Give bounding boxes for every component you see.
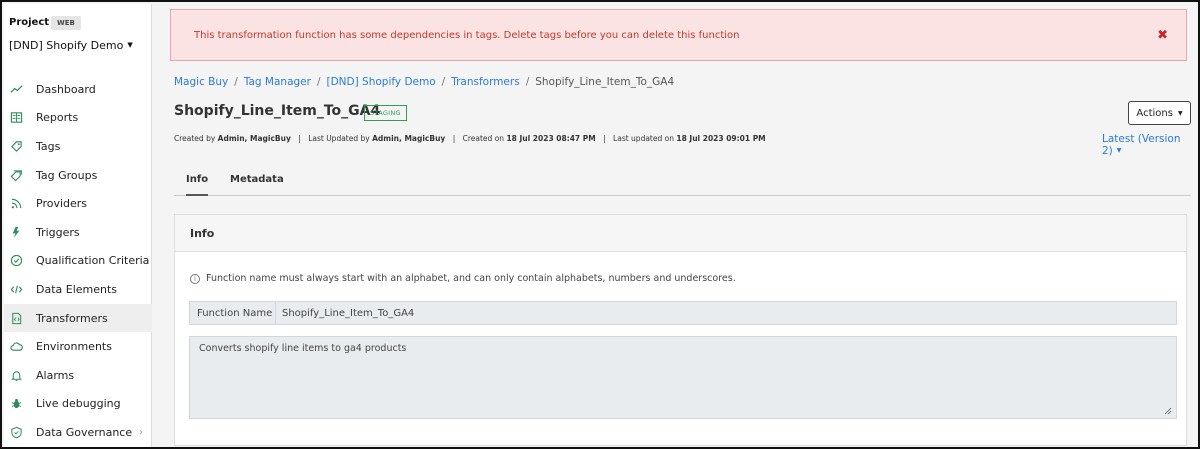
shield-icon [9, 425, 23, 439]
description-field[interactable]: Converts shopify line items to ga4 produ… [189, 336, 1177, 419]
updated-on-value: 18 Jul 2023 09:01 PM [676, 134, 766, 143]
sidebar-item-label: Dashboard [36, 82, 96, 96]
function-name-label: Function Name [190, 302, 276, 324]
updated-by-label: Last Updated by [308, 134, 370, 143]
breadcrumb-separator: / [316, 76, 321, 88]
version-selector[interactable]: Latest (Version 2) ▼ [1102, 133, 1198, 157]
updated-by-value: Admin, MagicBuy [372, 134, 446, 143]
info-card: Info i Function name must always start w… [174, 214, 1187, 446]
breadcrumb-link-magic-buy[interactable]: Magic Buy [174, 76, 228, 88]
tab-metadata[interactable]: Metadata [230, 174, 284, 185]
project-name: [DND] Shopify Demo [9, 39, 124, 52]
breadcrumb-link-tag-manager[interactable]: Tag Manager [244, 76, 311, 88]
bell-icon [9, 368, 23, 382]
breadcrumb-current: Shopify_Line_Item_To_GA4 [535, 76, 675, 88]
sidebar-item-environments[interactable]: Environments [4, 332, 152, 361]
close-icon[interactable]: ✖ [1157, 28, 1168, 43]
sidebar-item-label: Data Governance [36, 425, 133, 439]
sidebar-item-label: Providers [36, 197, 88, 211]
breadcrumb-separator: / [234, 76, 238, 88]
sidebar-item-transformers[interactable]: Transformers [4, 303, 152, 333]
sidebar-item-live-debugging[interactable]: Live debugging [4, 390, 152, 419]
lightning-icon [9, 225, 23, 239]
sidebar-nav: Dashboard Reports Tags Tag Groups Provid… [4, 75, 152, 447]
tag-icon [9, 139, 23, 153]
caret-down-icon: ▼ [1116, 147, 1122, 154]
sidebar-item-triggers[interactable]: Triggers [4, 218, 152, 247]
hint-text: Function name must always start with an … [206, 273, 736, 284]
sidebar-item-providers[interactable]: Providers [4, 189, 152, 218]
sidebar-item-label: Environments [36, 340, 112, 354]
resize-handle-icon[interactable] [1164, 407, 1172, 415]
caret-down-icon: ▼ [127, 41, 133, 49]
breadcrumb-link-project[interactable]: [DND] Shopify Demo [327, 76, 436, 88]
sidebar-item-data-governance[interactable]: Data Governance › [4, 418, 152, 447]
page-title: Shopify_Line_Item_To_GA4 [174, 103, 381, 119]
created-on-value: 18 Jul 2023 08:47 PM [506, 134, 596, 143]
caret-down-icon: ▼ [1177, 109, 1183, 117]
sidebar-item-dashboard[interactable]: Dashboard [4, 75, 152, 104]
project-selector[interactable]: [DND] Shopify Demo ▼ [9, 39, 133, 52]
info-icon: i [190, 273, 200, 284]
breadcrumb-separator: / [441, 76, 446, 88]
chevron-right-icon: › [139, 426, 143, 438]
breadcrumb-link-transformers[interactable]: Transformers [451, 76, 519, 88]
sidebar-item-label: Data Elements [36, 282, 118, 296]
sidebar-item-label: Tag Groups [36, 168, 98, 182]
card-header: Info [175, 215, 1186, 252]
app-frame: Project WEB [DND] Shopify Demo ▼ Dashboar… [0, 0, 1200, 449]
sidebar-item-tags[interactable]: Tags [4, 132, 152, 161]
sidebar-item-label: Qualification Criteria [36, 254, 150, 268]
function-name-hint: i Function name must always start with a… [190, 273, 736, 284]
sidebar-item-tag-groups[interactable]: Tag Groups [4, 161, 152, 190]
created-by-value: Admin, MagicBuy [217, 134, 291, 143]
project-label: Project [9, 17, 50, 28]
created-on-label: Created on [462, 134, 505, 143]
sidebar-item-qualification-criteria[interactable]: Qualification Criteria [4, 247, 152, 276]
function-name-field[interactable] [276, 302, 1176, 324]
created-by-label: Created by [174, 134, 216, 143]
tag-group-icon [9, 168, 23, 182]
sidebar-item-reports[interactable]: Reports [4, 104, 152, 133]
sidebar-item-label: Transformers [36, 311, 108, 325]
bug-icon [9, 397, 23, 411]
trend-line-icon [9, 82, 23, 96]
project-type-badge: WEB [51, 16, 81, 30]
code-icon [9, 282, 23, 296]
error-alert: This transformation function has some de… [170, 9, 1187, 61]
function-name-group: Function Name [189, 301, 1177, 325]
book-icon [9, 111, 23, 125]
sidebar-item-label: Triggers [36, 225, 80, 239]
breadcrumb: Magic Buy / Tag Manager / [DND] Shopify … [174, 76, 674, 88]
check-circle-icon [9, 254, 23, 268]
tab-bar: Info Metadata [174, 167, 1191, 196]
tab-info[interactable]: Info [186, 174, 209, 196]
sidebar-item-label: Alarms [36, 368, 75, 382]
breadcrumb-separator: / [525, 76, 530, 88]
actions-button[interactable]: Actions ▼ [1128, 101, 1191, 125]
version-label: Latest (Version 2) [1102, 133, 1181, 157]
audit-meta: Created by Admin, MagicBuy | Last Update… [174, 134, 766, 143]
updated-on-label: Last updated on [613, 134, 674, 143]
sidebar: Project WEB [DND] Shopify Demo ▼ Dashboar… [4, 4, 152, 447]
sidebar-item-label: Reports [36, 111, 79, 125]
alert-message: This transformation function has some de… [194, 29, 740, 41]
code-file-icon [9, 311, 23, 325]
main-content: This transformation function has some de… [153, 4, 1198, 447]
sidebar-item-label: Tags [36, 139, 61, 153]
cloud-icon [9, 340, 23, 354]
actions-label: Actions [1136, 107, 1173, 119]
sidebar-item-label: Live debugging [36, 397, 121, 411]
rss-icon [9, 197, 23, 211]
sidebar-item-data-elements[interactable]: Data Elements [4, 275, 152, 304]
sidebar-item-alarms[interactable]: Alarms [4, 361, 152, 390]
status-badge: STAGING [364, 105, 407, 121]
